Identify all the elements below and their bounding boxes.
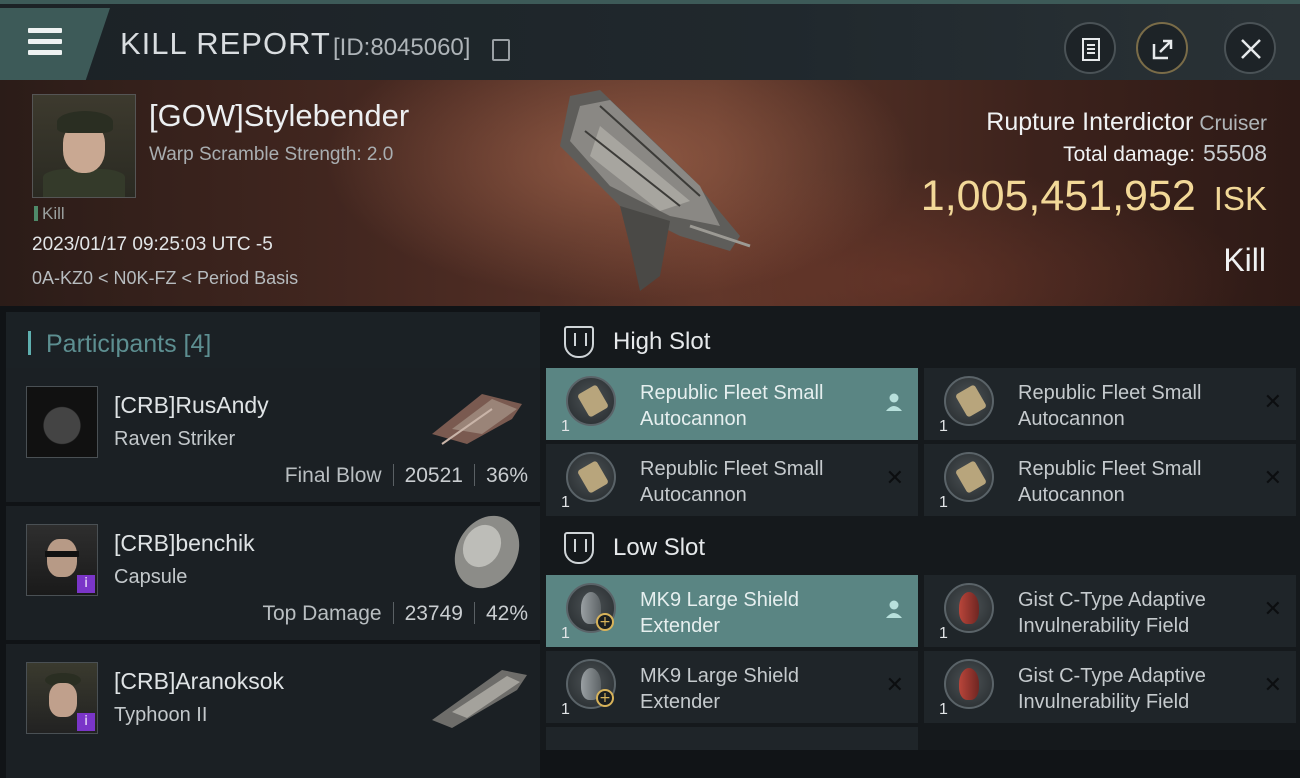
kill-tag: Kill	[34, 204, 65, 224]
module-item[interactable]: 1 Gist C-Type Adaptive Invulnerability F…	[924, 575, 1296, 647]
x-icon: ✕	[1263, 673, 1282, 698]
person-icon: i	[77, 575, 95, 593]
total-damage: Total damage: 55508	[1063, 140, 1267, 166]
report-id: [ID:8045060]	[333, 34, 471, 61]
top-bar: KILL REPORT [ID:8045060]	[0, 0, 1300, 80]
kill-datetime: 2023/01/17 09:25:03 UTC -5	[32, 234, 273, 255]
module-name: Gist C-Type Adaptive Invulnerability Fie…	[1018, 589, 1206, 637]
high-slot-icon	[564, 326, 594, 358]
module-name: MK9 Large Shield Extender	[640, 589, 799, 637]
participant-stats: Final Blow 20521 36%	[284, 464, 528, 487]
participant-card[interactable]: i [CRB]benchik Capsule Top Damage 23749 42…	[6, 506, 540, 640]
result-label: Kill	[1223, 242, 1266, 278]
invulnerability-field-icon	[944, 583, 994, 633]
victim-attribute: Warp Scramble Strength: 2.0	[149, 144, 394, 165]
participant-card[interactable]: i [CRB]Aranoksok Typhoon II	[6, 644, 540, 778]
participants-header: Participants [4]	[6, 312, 540, 372]
victim-ship-image[interactable]	[540, 86, 770, 301]
module-item[interactable]: + 1 MK9 Large Shield Extender ✕	[546, 651, 918, 723]
participant-ship-image	[454, 515, 520, 589]
participant-ship-image	[432, 670, 527, 728]
module-item[interactable]: 1 Gist C-Type Adaptive Invulnerability F…	[924, 651, 1296, 723]
low-slot-icon	[564, 532, 594, 564]
kill-location[interactable]: 0A-KZ0 < N0K-FZ < Period Basis	[32, 268, 298, 289]
invulnerability-field-icon	[944, 659, 994, 709]
module-name: Gist C-Type Adaptive Invulnerability Fie…	[1018, 665, 1206, 713]
share-button[interactable]	[1136, 22, 1188, 74]
module-item[interactable]: + 1 MK9 Large Shield Extender	[546, 575, 918, 647]
fitting-panel: High Slot 1 Republic Fleet Small Autocan…	[540, 306, 1300, 750]
isk-value: 1,005,451,952 ISK	[920, 172, 1267, 220]
victim-ship[interactable]: Rupture Interdictor Cruiser	[986, 108, 1267, 137]
participant-name: [CRB]RusAndy	[114, 392, 269, 418]
module-item[interactable]: 1 Republic Fleet Small Autocannon ✕	[924, 444, 1296, 516]
person-icon	[884, 392, 904, 417]
close-icon	[1241, 39, 1261, 59]
participant-stats: Top Damage 23749 42%	[262, 602, 528, 625]
page-title: KILL REPORT	[120, 26, 331, 61]
menu-button[interactable]	[0, 8, 110, 80]
avatar	[26, 386, 98, 458]
module-item[interactable]: 1 Republic Fleet Small Autocannon ✕	[924, 368, 1296, 440]
autocannon-icon	[566, 452, 616, 502]
person-icon: i	[77, 713, 95, 731]
autocannon-icon	[944, 452, 994, 502]
x-icon: ✕	[885, 466, 904, 491]
copy-icon[interactable]	[492, 39, 510, 61]
share-icon	[1152, 39, 1173, 60]
module-item[interactable]: 1 Republic Fleet Small Autocannon	[546, 368, 918, 440]
participant-ship: Raven Striker	[114, 428, 236, 450]
report-button[interactable]	[1064, 22, 1116, 74]
participant-ship: Capsule	[114, 566, 188, 588]
autocannon-icon	[566, 376, 616, 426]
participant-name: [CRB]benchik	[114, 530, 255, 556]
high-slot-header: High Slot	[540, 312, 1300, 370]
victim-summary: [GOW]Stylebender Warp Scramble Strength:…	[0, 80, 1300, 306]
participant-card[interactable]: [CRB]RusAndy Raven Striker Final Blow 205…	[6, 368, 540, 502]
x-icon: ✕	[1263, 466, 1282, 491]
shield-extender-icon: +	[566, 659, 616, 709]
participant-ship-image	[432, 394, 522, 445]
shield-extender-icon: +	[566, 583, 616, 633]
module-item[interactable]: 1 Republic Fleet Small Autocannon ✕	[546, 444, 918, 516]
participant-ship: Typhoon II	[114, 704, 208, 726]
participant-name: [CRB]Aranoksok	[114, 668, 285, 694]
clipboard-icon	[1082, 38, 1100, 61]
close-button[interactable]	[1224, 22, 1276, 74]
victim-portrait[interactable]	[32, 94, 136, 198]
participants-panel: Participants [4] [CRB]RusAndy Raven Stri…	[0, 306, 540, 778]
module-name: Republic Fleet Small Autocannon	[1018, 458, 1202, 506]
avatar: i	[26, 524, 98, 596]
victim-name[interactable]: [GOW]Stylebender	[149, 98, 409, 134]
module-name: Republic Fleet Small Autocannon	[640, 458, 824, 506]
module-item-partial[interactable]	[546, 727, 918, 750]
person-icon	[884, 599, 904, 624]
x-icon: ✕	[1263, 390, 1282, 415]
low-slot-header: Low Slot	[540, 518, 1300, 576]
module-name: Republic Fleet Small Autocannon	[640, 382, 824, 430]
x-icon: ✕	[885, 673, 904, 698]
module-name: MK9 Large Shield Extender	[640, 665, 799, 713]
avatar: i	[26, 662, 98, 734]
autocannon-icon	[944, 376, 994, 426]
x-icon: ✕	[1263, 597, 1282, 622]
module-name: Republic Fleet Small Autocannon	[1018, 382, 1202, 430]
